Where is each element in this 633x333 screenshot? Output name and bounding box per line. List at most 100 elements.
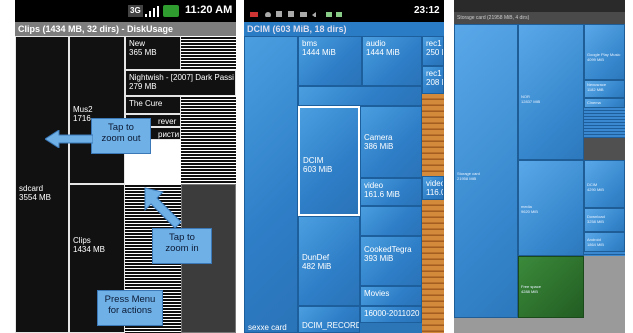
tile-storage-card[interactable]: Storage card 21958 MiB [454, 24, 518, 318]
tile-dcim-recorder[interactable]: DCIM_RECORDER [298, 306, 360, 333]
network-3g-badge: 3G [128, 5, 143, 17]
tile-label: video [426, 179, 444, 188]
tile-label: sdcard [19, 184, 44, 193]
tile-small-strip[interactable] [360, 206, 422, 236]
tile-bms[interactable]: bms 1444 MiB [298, 36, 362, 86]
status-bar: 3G 11:20 AM [15, 0, 236, 22]
signal-icon [145, 5, 159, 17]
callout-press-menu: Press Menu for actions [97, 290, 163, 326]
tile-size: 161.6 MiB [364, 190, 401, 199]
tile-label: 16000-2011020 [364, 309, 420, 318]
tile-size: 21958 MiB [457, 176, 477, 181]
tile-dundef[interactable]: DunDef 482 MiB [298, 216, 360, 306]
tile-label: DCIM_RECORDER [302, 321, 359, 330]
tile-label: Mus2 [73, 105, 93, 114]
tile-size: 1864 MiB [587, 242, 604, 247]
tile-misc-files[interactable] [181, 114, 236, 184]
tile-label: bms [302, 39, 318, 48]
tile-nightwish[interactable]: Nightwish - [2007] Dark Passi 279 MB [125, 70, 236, 96]
tile-label: New [129, 39, 146, 48]
tile-size: 3554 MB [19, 193, 52, 202]
tile-label: audio [366, 39, 386, 48]
tile-label: Clips [73, 236, 91, 245]
tile-rec1[interactable]: rec1250 M [422, 36, 444, 66]
tile-size: 116.0 [426, 188, 444, 197]
tile-video[interactable]: video 161.6 MiB [360, 178, 422, 206]
tile-size: 9620 MiB [521, 209, 538, 214]
tile-right-1[interactable]: Nexusrace 1182 MiB [584, 80, 625, 98]
tile-wood-2[interactable] [422, 200, 444, 333]
tile-video-2[interactable]: video 116.0 [422, 176, 444, 200]
tile-mid-strip[interactable] [298, 86, 422, 106]
tile-size: 4099 MiB [587, 57, 604, 62]
notification-icons [250, 7, 350, 17]
tile-label: The Cure [129, 99, 163, 108]
tile-rec2[interactable]: rec1208 M [422, 66, 444, 94]
tile-grey-gap[interactable] [584, 138, 625, 160]
tile-size: 386 MiB [364, 142, 394, 151]
tile-size: 482 MiB [302, 262, 332, 271]
status-bar [454, 0, 625, 12]
tile-camera[interactable]: Camera 386 MiB [360, 106, 422, 178]
tile-size: 603 MiB [303, 165, 333, 174]
status-bar: 23:12 [244, 0, 444, 22]
tile-download[interactable]: Download 3258 MiB [584, 208, 625, 232]
tile-size: 4288 MiB [521, 289, 538, 294]
tile-16000[interactable]: 16000-2011020 [360, 306, 422, 323]
tile-label: Camera [364, 133, 393, 142]
tile-cookedtegra[interactable]: CookedTegra 393 MiB [360, 236, 422, 286]
app-title-bar: Storage card (21958 MiB, 4 dirs) [454, 12, 625, 24]
tile-label: video [364, 181, 384, 190]
arrow-up-left-icon [144, 187, 182, 229]
app-title-bar: DCIM (603 MiB, 18 dirs) [244, 22, 444, 36]
tile-movies[interactable]: Movies [360, 286, 422, 306]
tile-mus2[interactable]: Mus2 1716 [69, 36, 125, 184]
tile-size: 1434 MB [73, 245, 106, 254]
tile-size: 250 M [426, 48, 443, 57]
tile-size: 365 MB [129, 48, 157, 57]
disk-usage-panel-tablet: Storage card (21958 MiB, 4 dirs) Storage… [454, 0, 625, 333]
tile-size: 208 M [426, 78, 443, 87]
tile-label: DCIM [303, 156, 324, 165]
tile-left-column[interactable]: sexxe card [244, 36, 298, 333]
tile-free-space[interactable]: Free space 4288 MiB [518, 256, 584, 318]
battery-icon [163, 5, 179, 17]
tile-size: 1444 MiB [302, 48, 336, 57]
disk-usage-panel-dark: 3G 11:20 AM Clips (1434 MB, 32 dirs) - D… [15, 0, 236, 333]
arrow-left-icon [45, 130, 93, 148]
clock-time: 11:20 AM [185, 4, 233, 16]
tile-size: 279 MB [129, 82, 157, 91]
tile-media[interactable]: media 9620 MiB [518, 160, 584, 256]
tile-dcim[interactable]: DCIM 603 MiB [298, 106, 360, 216]
tile-size: 1182 MiB [587, 87, 604, 92]
tile-sdcard[interactable]: sdcard 3554 MB [15, 36, 69, 333]
tile-size: 393 MiB [364, 254, 394, 263]
tile-size: 4290 MiB [587, 187, 604, 192]
tile-wood-1[interactable] [422, 94, 444, 176]
tile-google-play[interactable]: Google Play Music 4099 MiB [584, 24, 625, 80]
tile-the-cure-children[interactable] [181, 96, 236, 114]
tile-audio[interactable]: audio 1444 MiB [362, 36, 422, 86]
tile-label: rec1 [426, 69, 442, 78]
tile-label: Cinema [587, 100, 601, 105]
tile-new[interactable]: New 365 MB [125, 36, 181, 70]
disk-usage-panel-blue: 23:12 DCIM (603 MiB, 18 dirs) bms 1444 Mi… [244, 0, 444, 333]
tile-size: 3258 MiB [587, 219, 604, 224]
tile-size: 12837 MiB [521, 99, 541, 104]
clock-time: 23:12 [414, 5, 440, 16]
tile-size: 1716 [73, 114, 91, 123]
tile-right-2[interactable]: Cinema [584, 98, 625, 108]
tile-small-files[interactable] [584, 108, 625, 138]
tile-size: 1444 MiB [366, 48, 400, 57]
tile-music[interactable]: NOR 12837 MiB [518, 24, 584, 160]
tile-unused-grey[interactable] [584, 256, 625, 318]
callout-tap-zoom-out: Tap to zoom out [91, 118, 151, 154]
tile-dcim[interactable]: DCIM 4290 MiB [584, 160, 625, 208]
tile-label: CookedTegra [364, 245, 412, 254]
tile-label: rec1 [426, 39, 442, 48]
tile-the-cure[interactable]: The Cure [125, 96, 181, 114]
tile-label: DunDef [302, 253, 330, 262]
tile-android[interactable]: Android 1864 MiB [584, 232, 625, 252]
app-title-bar: Clips (1434 MB, 32 dirs) - DiskUsage [15, 22, 236, 36]
tile-new-children[interactable] [181, 36, 236, 70]
